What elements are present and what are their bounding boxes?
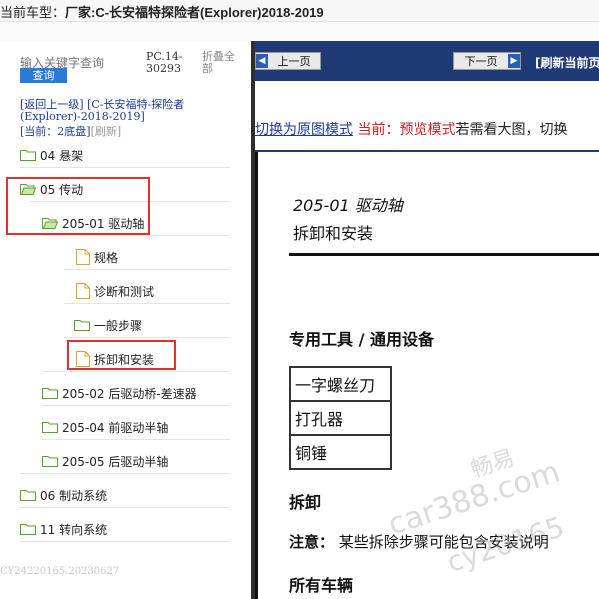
divider <box>42 235 230 236</box>
tree-item-general-procedures[interactable]: 一般步骤 <box>74 313 142 337</box>
tools-heading: 专用工具 / 通用设备 <box>289 330 434 349</box>
tools-table: 一字螺丝刀 打孔器 铜锤 <box>289 366 392 470</box>
tree-item-205-02[interactable]: 205-02 后驱动桥-差速器 <box>42 381 197 405</box>
mode-bar: 切换为原图模式 当前：预览模式若需看大图，切换 <box>255 119 567 139</box>
folder-icon <box>20 489 36 501</box>
tree-item-06[interactable]: 06 制动系统 <box>20 483 107 507</box>
viewer-toolbar: ◀ 上一页 下一页 ▶ [刷新当前页 <box>255 41 599 81</box>
current-label: [当前： <box>20 125 58 138</box>
tree-item-205-04[interactable]: 205-04 前驱动半轴 <box>42 415 168 439</box>
folder-icon <box>42 455 58 467</box>
tree-item-label: 11 转向系统 <box>40 522 108 537</box>
switch-mode-link[interactable]: 切换为原图模式 <box>255 122 353 138</box>
folder-icon <box>20 149 36 161</box>
vehicle-info: 当前车型：厂家:C-长安福特探险者(Explorer)2018-2019 <box>0 2 324 21</box>
folder-icon <box>20 523 36 535</box>
tree-item-diagnosis[interactable]: 诊断和测试 <box>76 279 154 303</box>
search-button[interactable]: 查询 <box>20 68 67 83</box>
divider <box>42 439 230 440</box>
breadcrumb: [返回上一级] [C-长安福特-探险者(Explorer)-2018-2019] <box>20 99 245 123</box>
tree-item-label: 04 悬架 <box>40 148 84 163</box>
folder-icon <box>42 387 58 399</box>
title-bar: 当前车型：厂家:C-长安福特探险者(Explorer)2018-2019 <box>0 0 599 22</box>
tree-item-label: 规格 <box>94 250 119 265</box>
refresh-link[interactable]: [刷新] <box>91 125 122 138</box>
page-border <box>255 152 258 599</box>
next-page-label: 下一页 <box>464 55 498 68</box>
collapse-all-button[interactable]: 折叠全部 <box>202 51 242 75</box>
folder-icon <box>74 319 90 331</box>
removal-heading: 拆卸 <box>289 493 322 512</box>
highlight-box-removal <box>67 340 176 370</box>
section-title: 拆卸和安装 <box>293 224 374 243</box>
divider <box>64 303 230 304</box>
divider <box>64 269 230 270</box>
divider <box>20 507 230 508</box>
note-text: 某些拆除步骤可能包含安装说明 <box>338 533 549 551</box>
all-vehicles-heading: 所有车辆 <box>289 576 354 595</box>
current-base: 底盘] <box>64 125 91 138</box>
current-mode: 当前：预览模式 <box>357 122 456 138</box>
tree-item-specs[interactable]: 规格 <box>76 245 118 269</box>
document-page: 205-01 驱动轴 拆卸和安装 专用工具 / 通用设备 一字螺丝刀 打孔器 铜… <box>255 152 599 599</box>
divider <box>20 167 230 168</box>
note: 注意： 某些拆除步骤可能包含安装说明 <box>289 531 549 552</box>
pc-code: PC.14-30293 <box>146 50 183 75</box>
tool-cell: 铜锤 <box>289 434 392 470</box>
tree-item-label: 一般步骤 <box>94 318 143 333</box>
tree-item-04[interactable]: 04 悬架 <box>20 143 83 167</box>
mode-hint: 若需看大图，切换 <box>455 122 568 138</box>
tree-item-label: 205-05 后驱动半轴 <box>62 454 169 469</box>
divider <box>20 473 230 474</box>
heading-rule <box>289 253 599 256</box>
current-category: [当前：2底盘][刷新] <box>20 123 121 139</box>
section-number: 205-01 驱动轴 <box>293 196 403 215</box>
divider <box>64 337 230 338</box>
document-viewer: ◀ 上一页 下一页 ▶ [刷新当前页 切换为原图模式 当前：预览模式若需看大图，… <box>255 41 599 599</box>
tree-item-label: 205-02 后驱动桥-差速器 <box>62 386 197 401</box>
footer-code: CY24220165.20230627 <box>0 566 120 577</box>
tree-item-label: 205-04 前驱动半轴 <box>62 420 169 435</box>
tree-item-label: 诊断和测试 <box>94 284 155 299</box>
sidebar: 查询 PC.14-30293 折叠全部 [返回上一级] [C-长安福特-探险者(… <box>0 41 251 599</box>
arrow-left-icon: ◀ <box>256 54 268 68</box>
highlight-box-drivetrain <box>6 177 150 235</box>
divider <box>20 541 230 542</box>
divider <box>42 405 230 406</box>
divider <box>42 371 230 372</box>
prev-page-label: 上一页 <box>277 55 311 68</box>
arrow-right-icon: ▶ <box>508 54 520 68</box>
prev-page-button[interactable]: ◀ 上一页 <box>255 52 321 70</box>
tree-item-205-05[interactable]: 205-05 后驱动半轴 <box>42 449 168 473</box>
vehicle-label: 当前车型： <box>0 5 66 20</box>
top-spacer <box>0 22 599 41</box>
tool-cell: 打孔器 <box>289 400 392 436</box>
folder-icon <box>42 421 58 433</box>
next-page-button[interactable]: 下一页 ▶ <box>453 52 521 70</box>
tree-item-11[interactable]: 11 转向系统 <box>20 517 107 541</box>
note-label: 注意： <box>289 533 335 551</box>
tree-item-label: 06 制动系统 <box>40 488 108 503</box>
vehicle-value: 厂家:C-长安福特探险者(Explorer)2018-2019 <box>65 5 324 20</box>
document-icon <box>76 283 90 299</box>
tool-cell: 一字螺丝刀 <box>289 366 392 402</box>
document-icon <box>76 249 90 265</box>
refresh-page-link[interactable]: [刷新当前页 <box>535 54 599 71</box>
